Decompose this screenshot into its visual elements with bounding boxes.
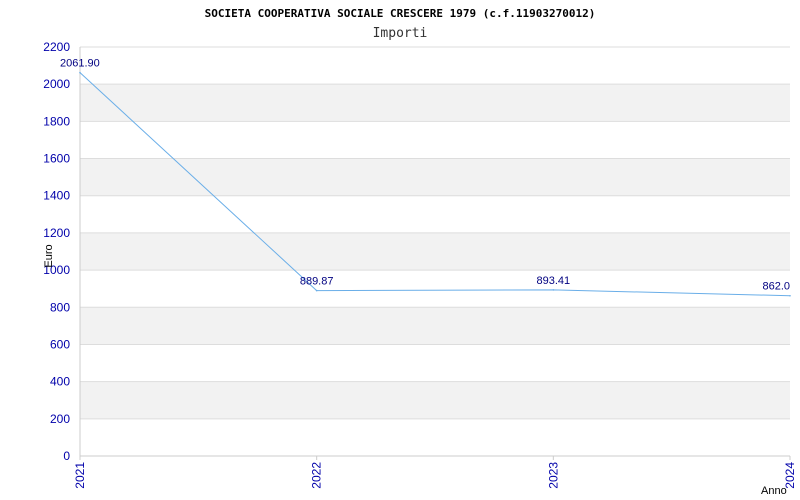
plot-band <box>80 158 790 196</box>
line-chart: SOCIETA COOPERATIVA SOCIALE CRESCERE 197… <box>43 7 797 497</box>
data-point <box>789 294 791 297</box>
chart-subtitle: Importi <box>373 26 428 41</box>
x-axis-ticks: 2021 2022 2023 2024 <box>73 456 797 489</box>
plot-band <box>80 84 790 122</box>
plot-band <box>80 232 790 271</box>
plot-band <box>80 381 790 419</box>
data-label: 862.0 <box>762 281 790 293</box>
plot-bands <box>80 84 790 419</box>
x-tick-label: 2021 <box>73 462 87 489</box>
y-tick-label: 1600 <box>43 152 70 166</box>
y-tick-label: 1200 <box>43 226 70 240</box>
y-tick-label: 0 <box>63 449 70 463</box>
y-tick-label: 400 <box>50 375 70 389</box>
x-tick-label: 2022 <box>310 462 324 489</box>
plot-band <box>80 307 790 345</box>
data-label: 2061.90 <box>60 58 100 70</box>
y-tick-label: 2000 <box>43 77 70 91</box>
data-label: 893.41 <box>537 275 571 287</box>
data-label: 889.87 <box>300 276 334 288</box>
x-axis-label: Anno <box>761 485 787 497</box>
y-axis-label: Euro <box>43 244 55 267</box>
chart-title: SOCIETA COOPERATIVA SOCIALE CRESCERE 197… <box>205 7 596 20</box>
x-tick-label: 2023 <box>546 462 560 489</box>
y-tick-label: 600 <box>50 337 70 351</box>
data-point <box>79 71 81 74</box>
y-tick-label: 200 <box>50 412 70 426</box>
data-point <box>315 289 318 292</box>
y-tick-label: 2200 <box>43 40 70 54</box>
y-tick-label: 1800 <box>43 114 70 128</box>
y-tick-label: 1400 <box>43 189 70 203</box>
data-point <box>552 289 555 291</box>
y-tick-label: 800 <box>50 300 70 314</box>
